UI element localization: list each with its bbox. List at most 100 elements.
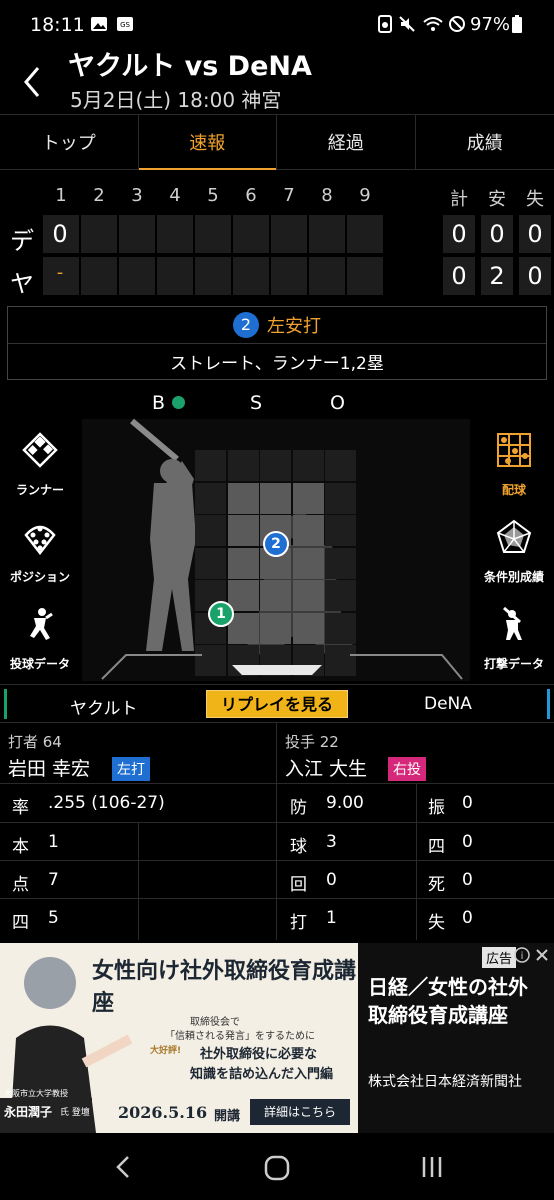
ball-zone-cell [227, 450, 259, 481]
position-label: ポジション [9, 570, 70, 584]
stat-value: 3 [326, 832, 337, 852]
pitch-marker-1[interactable]: 1 [208, 601, 234, 627]
tab-stats[interactable]: 成績 [416, 115, 554, 169]
score-cell [347, 215, 383, 253]
team-yakult-label[interactable]: ヤクルト [70, 694, 138, 719]
ad-banner[interactable]: 女性向け社外取締役育成講座 取締役会で 「信頼される発言」をするために 社外取締… [0, 943, 554, 1133]
nav-home-icon[interactable] [264, 1155, 290, 1181]
back-arrow-icon[interactable] [18, 62, 46, 102]
stat-label: 防 [290, 798, 307, 818]
ad-title[interactable]: 日経／女性の社外取締役育成講座 [368, 973, 543, 1029]
tab-progress[interactable]: 経過 [277, 115, 416, 169]
ad-image[interactable]: 女性向け社外取締役育成講座 取締役会で 「信頼される発言」をするために 社外取締… [0, 943, 358, 1133]
inning-header: 6 [245, 185, 257, 206]
inning-header: 7 [283, 185, 295, 206]
ad-banner-date: 2026.5.16 [118, 1103, 208, 1122]
divider [276, 722, 277, 940]
pitch-marker-2[interactable]: 2 [263, 531, 289, 557]
stat-label: 失 [428, 913, 445, 933]
score-cell [81, 257, 117, 295]
pitcher-name[interactable]: 入江 大生 [285, 754, 367, 781]
game-info: 5月2日(土) 18:00 神宮 [70, 88, 282, 112]
stat-value: 0 [462, 908, 473, 928]
score-cell [157, 257, 193, 295]
stat-label: 四 [428, 837, 445, 857]
situational-stats-label: 条件別成績 [483, 570, 544, 584]
score-cell [271, 215, 307, 253]
pitcher-icon [30, 608, 53, 640]
tab-bar: トップ 速報 経過 成績 [0, 114, 554, 170]
pitching-data-label: 投球データ [9, 657, 70, 671]
batter-role: 打者 64 [8, 733, 62, 751]
batter-name[interactable]: 岩田 幸宏 [8, 754, 90, 781]
total-runs: 0 [443, 257, 475, 295]
ad-close-icon[interactable] [534, 947, 550, 963]
play-description: ストレート、ランナー1,2塁 [170, 354, 384, 374]
app-notification-icon: GS [117, 17, 133, 31]
tab-top[interactable]: トップ [0, 115, 139, 169]
ad-banner-line: 社外取締役に必要な [200, 1047, 318, 1062]
tab-live[interactable]: 速報 [138, 115, 277, 170]
diamond-icon [22, 432, 58, 468]
divider [138, 822, 139, 940]
ad-banner-line: 知識を詰め込んだ入門編 [190, 1067, 334, 1082]
score-cell [309, 257, 345, 295]
divider [0, 783, 554, 784]
nav-recents-icon[interactable] [420, 1155, 444, 1179]
stat-value: 5 [48, 908, 59, 928]
strike-zone-cell [260, 482, 291, 514]
ad-banner-headline: 女性向け社外取締役育成講座 [92, 958, 357, 1016]
strike-zone-cell [227, 547, 259, 579]
radar-icon [496, 519, 532, 553]
strike-zone-cell [260, 580, 291, 611]
ad-banner-badge: 大好評! [150, 1046, 182, 1056]
team-dena-label[interactable]: DeNA [424, 694, 472, 714]
total-runs-header: 計 [450, 189, 468, 210]
inning-score: 0 [52, 220, 68, 248]
stat-value: 7 [48, 870, 59, 890]
system-nav-bar [0, 1135, 554, 1200]
stat-label: 死 [428, 875, 445, 895]
pitcher-hand-badge: 右投 [388, 757, 426, 781]
pitch-location-button[interactable]: 配球 [474, 420, 554, 506]
replay-button[interactable]: リプレイを見る [206, 690, 348, 718]
strike-zone-cell [292, 612, 324, 644]
stat-label: 回 [290, 875, 307, 895]
pitch-number-badge: 2 [233, 312, 259, 338]
runner-button[interactable]: ランナー [0, 420, 80, 506]
batting-data-button[interactable]: 打撃データ [474, 594, 554, 680]
stat-label: 点 [12, 875, 29, 895]
batting-data-label: 打撃データ [483, 657, 544, 671]
position-button[interactable]: ポジション [0, 507, 80, 593]
stat-value: 1 [48, 832, 59, 852]
inning-header: 8 [321, 185, 333, 206]
score-cell [233, 257, 269, 295]
stat-label: 打 [290, 913, 307, 933]
inning-header: 5 [207, 185, 219, 206]
ad-info-icon[interactable]: i [514, 947, 530, 963]
nav-back-icon[interactable] [114, 1155, 132, 1179]
total-errors: 0 [519, 257, 551, 295]
score-cell [271, 257, 307, 295]
stat-value: 0 [462, 793, 473, 813]
pitching-data-button[interactable]: 投球データ [0, 594, 80, 680]
out-label: O [330, 392, 345, 414]
situational-stats-button[interactable]: 条件別成績 [474, 507, 554, 593]
team-bar: ヤクルト リプレイを見る DeNA [0, 684, 554, 722]
stat-value: 9.00 [326, 793, 364, 813]
home-team-accent [4, 689, 7, 719]
play-result: 左安打 [267, 316, 321, 337]
team-abbr-yakult: ヤ [10, 270, 34, 298]
score-cell [81, 215, 117, 253]
strike-zone-cell [292, 515, 324, 546]
score-cell [119, 257, 155, 295]
gallery-icon [91, 17, 107, 31]
stat-value: .255 (106-27) [48, 793, 165, 813]
strike-zone-cell [292, 547, 324, 579]
ad-detail-button[interactable]: 詳細はこちら [250, 1099, 350, 1125]
ad-company: 株式会社日本経済新聞社 [368, 1074, 522, 1090]
ball-zone-cell [260, 450, 291, 481]
stat-value: 0 [326, 870, 337, 890]
score-cell [309, 215, 345, 253]
svg-text:i: i [521, 951, 524, 962]
